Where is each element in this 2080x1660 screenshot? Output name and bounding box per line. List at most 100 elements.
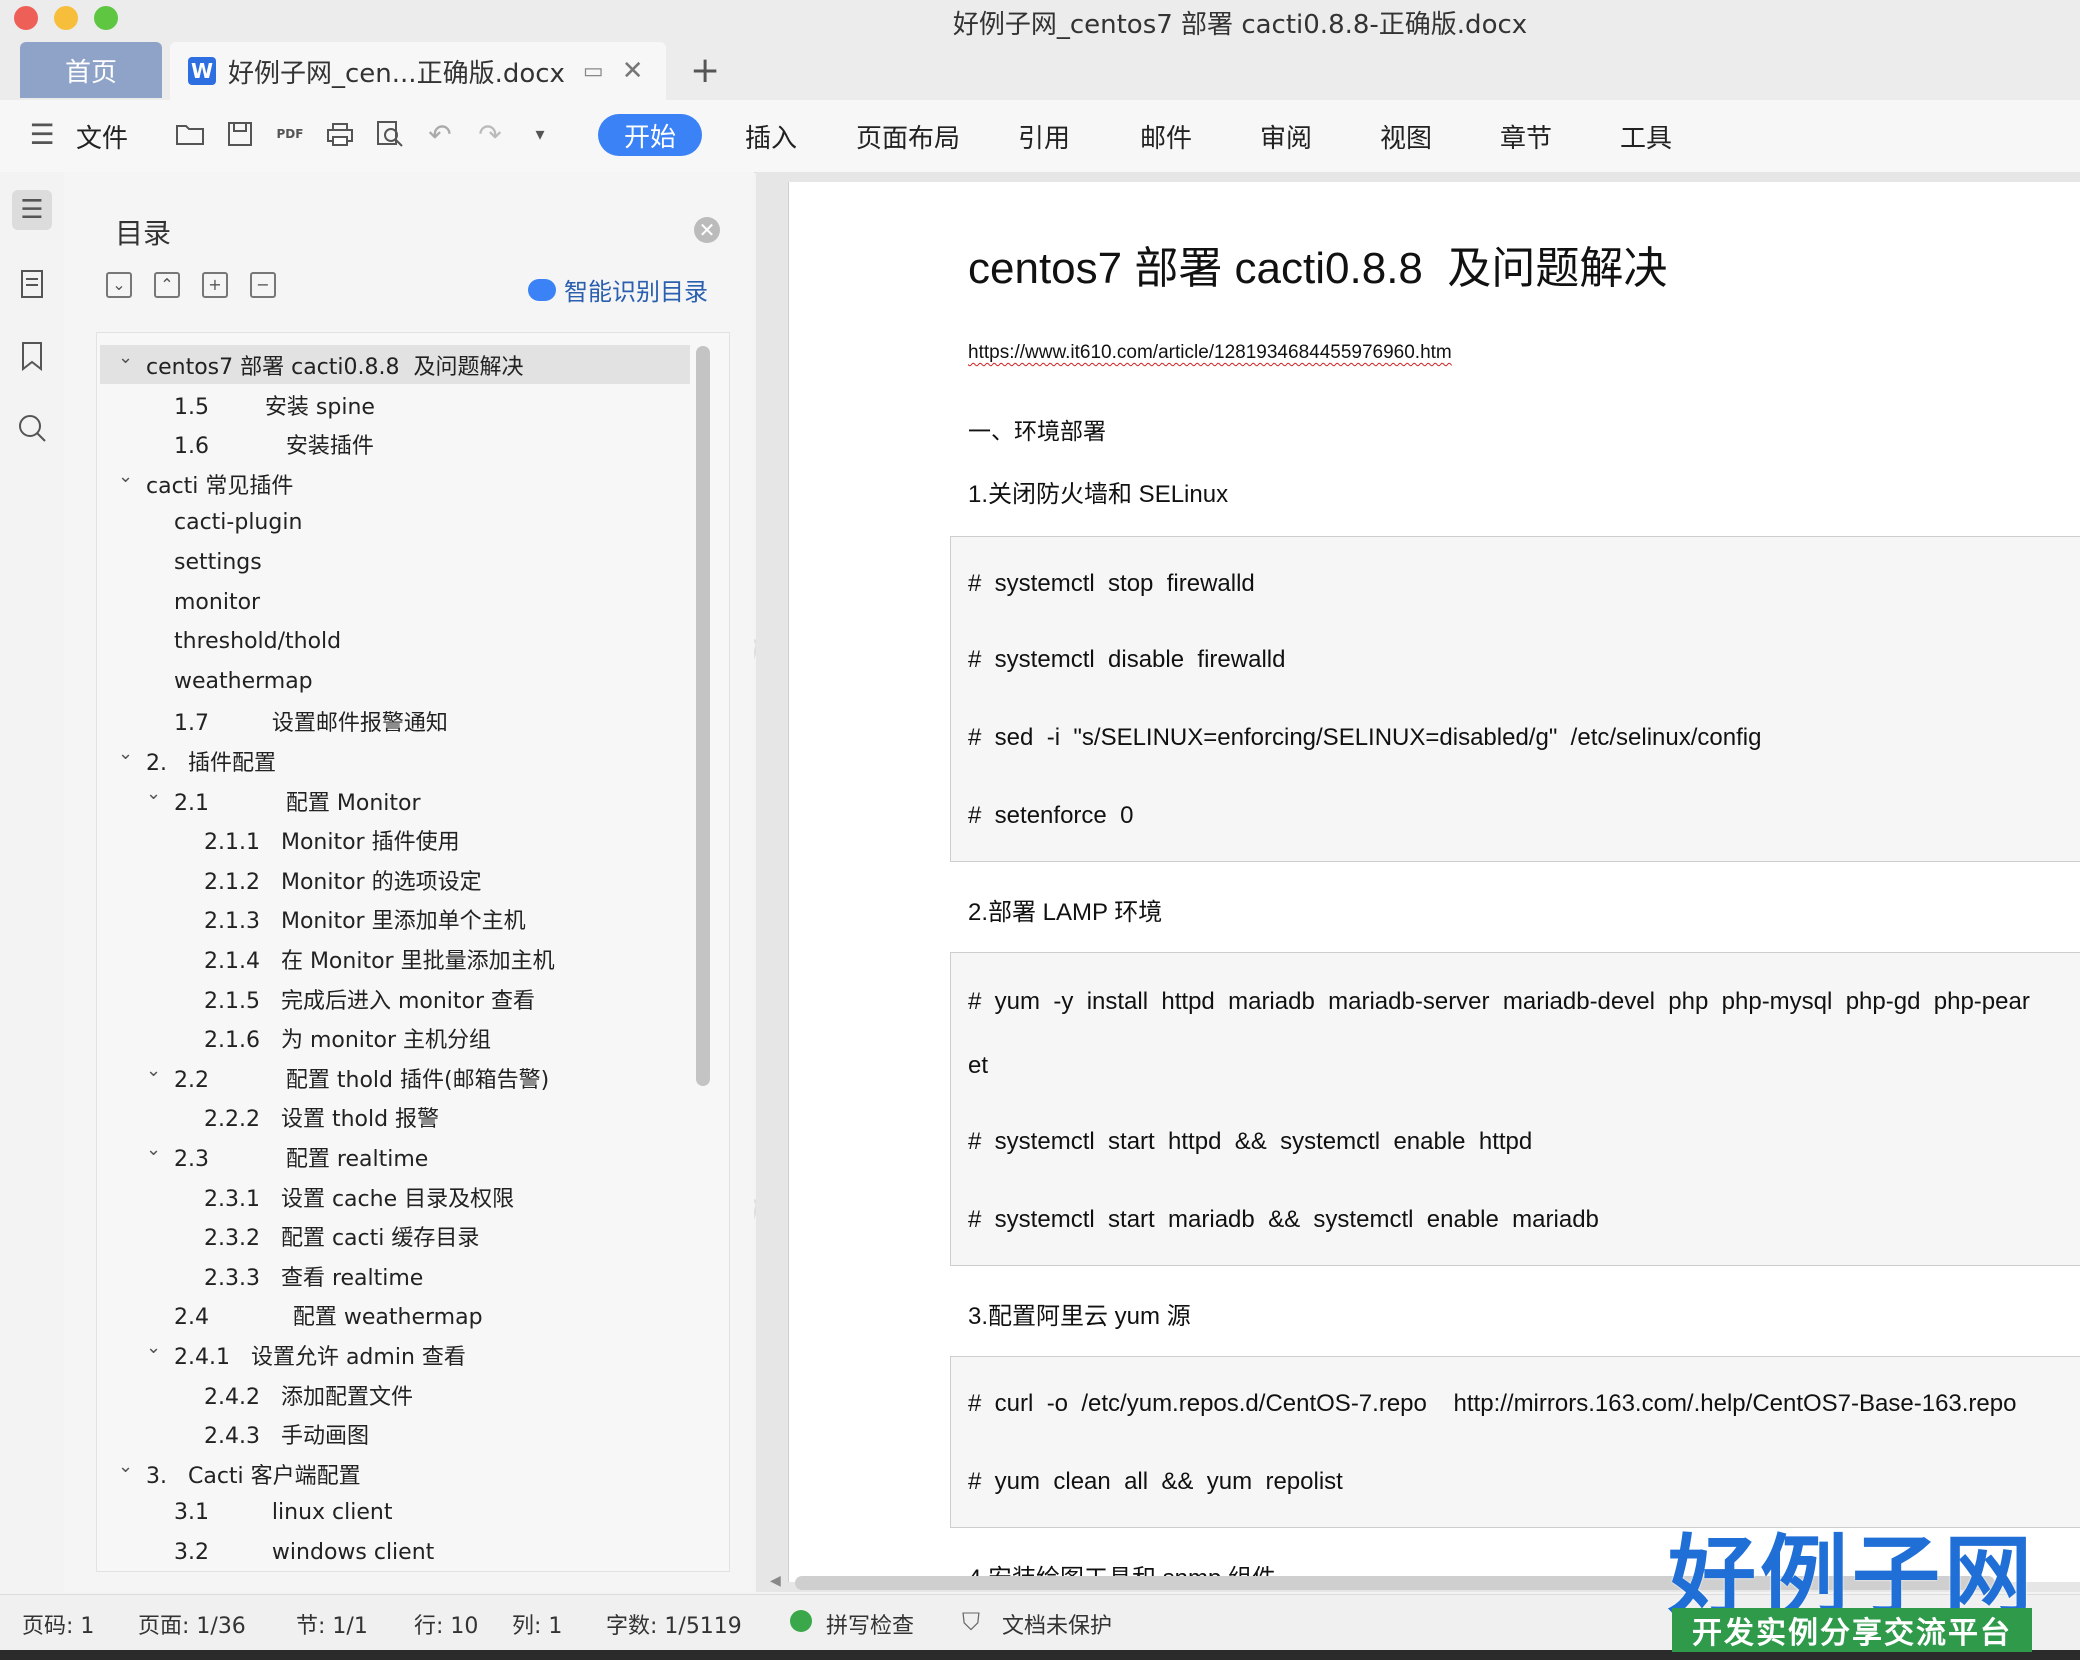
hamburger-menu-icon[interactable]: ☰	[26, 118, 58, 151]
toc-item[interactable]: 2.4.3 手动画图	[100, 1414, 690, 1453]
toc-item[interactable]: ⌄ 2.2 配置 thold 插件(邮箱告警)	[100, 1058, 690, 1097]
toc-item-label: 2.1 配置 Monitor	[174, 790, 421, 816]
menu-review[interactable]: 审阅	[1260, 118, 1312, 155]
toc-item[interactable]: ⌄ cacti 常见插件	[100, 464, 690, 503]
smart-toc-button[interactable]: 智能识别目录	[528, 272, 708, 307]
toc-expand-caret-icon[interactable]: ⌄	[146, 1060, 161, 1081]
remove-level-icon[interactable]: −	[250, 272, 276, 298]
toc-item-label: 2.2.2 设置 thold 报警	[204, 1106, 440, 1132]
toc-item[interactable]: 2.1.5 完成后进入 monitor 查看	[100, 979, 690, 1018]
toc-item[interactable]: ⌄ 2. 插件配置	[100, 741, 690, 780]
redo-icon[interactable]: ↷	[474, 118, 506, 151]
doc-link-text: https://www.it610.com/article/1281934684…	[968, 342, 1452, 363]
status-section: 节: 1/1	[296, 1614, 368, 1639]
toc-item[interactable]: ⌄ 2.3 配置 realtime	[100, 1137, 690, 1176]
toc-expand-caret-icon[interactable]: ⌄	[118, 743, 133, 764]
toc-list-icon[interactable]: ☰	[12, 190, 52, 230]
toc-item[interactable]: 2.1.6 为 monitor 主机分组	[100, 1018, 690, 1057]
undo-icon[interactable]: ↶	[424, 118, 456, 151]
save-icon[interactable]	[224, 118, 256, 150]
toc-item[interactable]: 2.3.2 配置 cacti 缓存目录	[100, 1216, 690, 1255]
toc-item[interactable]: 2.1.3 Monitor 里添加单个主机	[100, 899, 690, 938]
toc-item[interactable]: 2.1.2 Monitor 的选项设定	[100, 860, 690, 899]
toc-item[interactable]: 2.2.2 设置 thold 报警	[100, 1097, 690, 1136]
toc-item[interactable]: settings	[100, 543, 690, 582]
toc-item[interactable]: 3.2 windows client	[100, 1533, 690, 1572]
menu-tools[interactable]: 工具	[1620, 118, 1672, 155]
toc-expand-caret-icon[interactable]: ⌄	[146, 1139, 161, 1160]
status-row: 行: 10	[414, 1614, 479, 1639]
toc-item[interactable]: threshold/thold	[100, 622, 690, 661]
toc-item[interactable]: ⌄ 2.4.1 设置允许 admin 查看	[100, 1335, 690, 1374]
toc-item[interactable]: weathermap	[100, 662, 690, 701]
code-line: # setenforce 0	[968, 802, 1134, 829]
smart-toc-label: 智能识别目录	[564, 278, 708, 306]
doc-step-1: 1.关闭防火墙和 SELinux	[968, 481, 1229, 508]
menu-chapter[interactable]: 章节	[1500, 118, 1552, 155]
find-replace-icon[interactable]	[12, 408, 52, 448]
toc-expand-caret-icon[interactable]: ⌄	[118, 347, 133, 368]
toc-item-label: cacti 常见插件	[146, 473, 294, 499]
toc-item[interactable]: ⌄ centos7 部署 cacti0.8.8 及问题解决	[100, 345, 690, 384]
scroll-left-icon[interactable]: ◀	[770, 1573, 781, 1589]
spell-check-button[interactable]: 拼写检查	[826, 1608, 914, 1640]
menu-insert[interactable]: 插入	[745, 118, 797, 155]
toc-item[interactable]: 2.4.2 添加配置文件	[100, 1375, 690, 1414]
status-page[interactable]: 页面: 1/36	[138, 1608, 246, 1640]
toc-item-label: 2.4.1 设置允许 admin 查看	[174, 1344, 466, 1370]
add-level-icon[interactable]: +	[202, 272, 228, 298]
export-pdf-icon[interactable]: PDF	[274, 118, 306, 150]
menu-references[interactable]: 引用	[1018, 118, 1070, 155]
toc-scrollbar[interactable]	[696, 346, 710, 1086]
toc-item-label: 1.7 设置邮件报警通知	[174, 710, 448, 736]
toc-item[interactable]: monitor	[100, 583, 690, 622]
open-folder-icon[interactable]	[174, 118, 206, 150]
toc-item[interactable]: cacti-plugin	[100, 503, 690, 542]
status-col: 列: 1	[512, 1614, 563, 1639]
monitor-icon[interactable]: ▭	[583, 59, 604, 84]
toc-item[interactable]: 2.1.4 在 Monitor 里批量添加主机	[100, 939, 690, 978]
toc-item[interactable]: 2.4 配置 weathermap	[100, 1295, 690, 1334]
toc-item[interactable]: 2.3.3 查看 realtime	[100, 1256, 690, 1295]
toc-item[interactable]: ⌄ 2.1 配置 Monitor	[100, 781, 690, 820]
bookmark-icon[interactable]	[12, 336, 52, 376]
toc-item[interactable]: 1.5 安装 spine	[100, 385, 690, 424]
toc-item[interactable]: 3.1 linux client	[100, 1493, 690, 1532]
page-thumbnail-icon[interactable]	[12, 264, 52, 304]
menu-start[interactable]: 开始	[598, 114, 702, 156]
toc-item-label: 2.4.3 手动画图	[204, 1423, 369, 1449]
code-line: # sed -i "s/SELINUX=enforcing/SELINUX=di…	[968, 724, 1762, 751]
menu-mail[interactable]: 邮件	[1140, 118, 1192, 155]
menu-view[interactable]: 视图	[1380, 118, 1432, 155]
toc-item[interactable]: 2.3.1 设置 cache 目录及权限	[100, 1177, 690, 1216]
toc-item[interactable]: 1.6 安装插件	[100, 424, 690, 463]
quick-access-dropdown-icon[interactable]: ▾	[524, 118, 556, 150]
toc-expand-caret-icon[interactable]: ⌄	[118, 466, 133, 487]
tab-home[interactable]: 首页	[20, 42, 162, 98]
toc-item-label: settings	[174, 550, 262, 575]
collapse-up-icon[interactable]: ⌃	[154, 272, 180, 298]
menu-page-layout[interactable]: 页面布局	[856, 118, 960, 155]
toc-item[interactable]: 1.7 设置邮件报警通知	[100, 701, 690, 740]
toc-expand-caret-icon[interactable]: ⌄	[118, 1456, 133, 1477]
toc-item-label: 3.1 linux client	[174, 1500, 393, 1525]
print-preview-icon[interactable]	[374, 118, 406, 150]
doc-step-4: 4.安装绘图工具和 snmp 组件	[968, 1558, 1276, 1576]
print-icon[interactable]	[324, 118, 356, 150]
document-protection-status[interactable]: 文档未保护	[1002, 1608, 1112, 1640]
new-tab-button[interactable]: +	[690, 50, 720, 91]
close-tab-icon[interactable]: ✕	[622, 56, 644, 86]
status-page-code[interactable]: 页码: 1	[22, 1608, 94, 1640]
doc-link[interactable]: https://www.it610.com/article/1281934684…	[968, 342, 1452, 364]
toc-item[interactable]: ⌄ 3. Cacti 客户端配置	[100, 1454, 690, 1493]
expand-down-icon[interactable]: ⌄	[106, 272, 132, 298]
toc-expand-caret-icon[interactable]: ⌄	[146, 1337, 161, 1358]
code-line: # systemctl start mariadb && systemctl e…	[968, 1206, 1599, 1233]
toc-item[interactable]: 2.1.1 Monitor 插件使用	[100, 820, 690, 859]
file-menu[interactable]: 文件	[76, 118, 128, 155]
watermark-logo-subtitle: 开发实例分享交流平台	[1672, 1608, 2032, 1652]
status-word-count[interactable]: 字数: 1/5119	[606, 1608, 742, 1640]
tab-document[interactable]: W 好例子网_cen...正确版.docx ▭ ✕	[170, 42, 666, 100]
toc-expand-caret-icon[interactable]: ⌄	[146, 783, 161, 804]
close-panel-icon[interactable]: ✕	[694, 217, 720, 243]
